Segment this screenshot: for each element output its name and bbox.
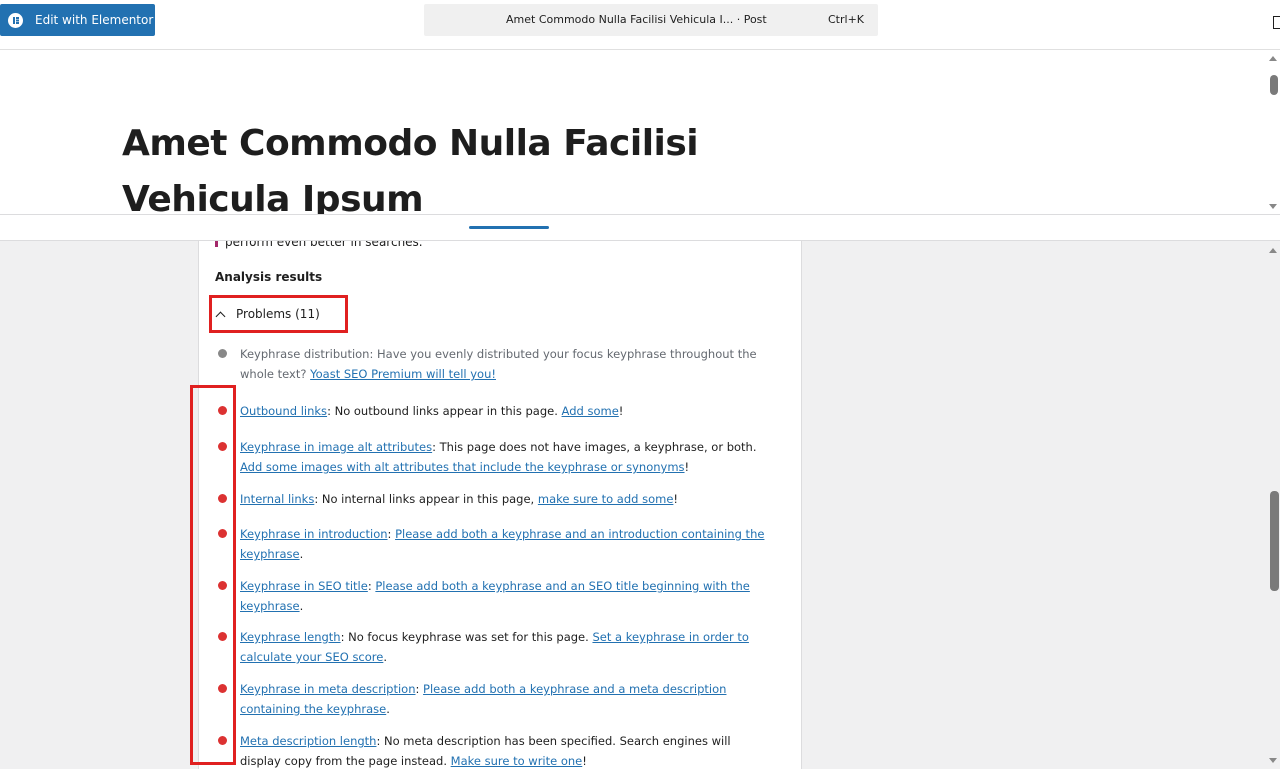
assessment-link[interactable]: Keyphrase in meta description [240, 682, 416, 696]
result-text: Keyphrase length: No focus keyphrase was… [240, 627, 775, 667]
result-description: : No internal links appear in this page, [314, 492, 538, 506]
metabox-resize-handle[interactable] [469, 226, 549, 229]
result-text: Outbound links: No outbound links appear… [240, 401, 775, 421]
result-description: : No focus keyphrase was set for this pa… [340, 630, 593, 644]
editor-toolbar: Edit with Elementor Amet Commodo Nulla F… [0, 0, 1280, 50]
metabox-scrollbar-thumb[interactable] [1270, 491, 1279, 591]
post-title[interactable]: Amet Commodo Nulla Facilisi Vehicula Ips… [122, 116, 822, 214]
result-punctuation: ! [618, 404, 624, 418]
result-text: Keyphrase in image alt attributes: This … [240, 437, 775, 477]
editor-scrollbar-thumb[interactable] [1270, 75, 1278, 95]
result-item: Outbound links: No outbound links appear… [215, 401, 775, 421]
edit-with-elementor-label: Edit with Elementor [35, 13, 154, 27]
result-punctuation: . [299, 599, 304, 613]
metabox-resize-area [0, 215, 1280, 241]
assessment-link[interactable]: Outbound links [240, 404, 327, 418]
result-text: Keyphrase distribution: Have you evenly … [240, 344, 775, 384]
result-description: : No outbound links appear in this page. [327, 404, 562, 418]
result-text: Keyphrase in introduction: Please add bo… [240, 524, 775, 564]
result-item: Keyphrase in introduction: Please add bo… [215, 524, 775, 564]
result-item: Keyphrase in image alt attributes: This … [215, 437, 775, 477]
result-text: Internal links: No internal links appear… [240, 489, 775, 509]
red-dots-highlight-box [190, 385, 236, 765]
result-item: Keyphrase in meta description: Please ad… [215, 679, 775, 719]
cut-off-text: perform even better in searches. [225, 241, 423, 249]
result-item: Keyphrase length: No focus keyphrase was… [215, 627, 775, 667]
result-action-link[interactable]: Yoast SEO Premium will tell you! [310, 367, 496, 381]
result-item: Keyphrase distribution: Have you evenly … [215, 344, 775, 384]
result-action-link[interactable]: Add some [562, 404, 619, 418]
command-shortcut: Ctrl+K [828, 13, 865, 26]
result-description: : [415, 682, 424, 696]
assessment-link[interactable]: Keyphrase length [240, 630, 341, 644]
result-punctuation: ! [582, 754, 587, 768]
result-action-link[interactable]: make sure to add some [538, 492, 674, 506]
result-punctuation: . [383, 650, 388, 664]
result-item: Meta description length: No meta descrip… [215, 731, 775, 769]
edit-with-elementor-button[interactable]: Edit with Elementor [0, 4, 155, 36]
scroll-down-arrow-icon[interactable] [1269, 204, 1277, 209]
assessment-link[interactable]: Keyphrase in image alt attributes [240, 440, 432, 454]
result-description: : [387, 527, 396, 541]
result-punctuation: ! [684, 460, 690, 474]
document-title: Amet Commodo Nulla Facilisi Vehicula I..… [506, 13, 767, 26]
elementor-icon [8, 12, 23, 28]
result-punctuation: . [299, 547, 304, 561]
scroll-up-arrow-icon[interactable] [1269, 248, 1277, 253]
result-text: Meta description length: No meta descrip… [240, 731, 775, 769]
assessment-link[interactable]: Keyphrase in introduction [240, 527, 388, 541]
result-action-link[interactable]: Add some images with alt attributes that… [240, 460, 685, 474]
assessment-link[interactable]: Meta description length [240, 734, 376, 748]
assessment-link[interactable]: Keyphrase in SEO title [240, 579, 368, 593]
result-text: Keyphrase in meta description: Please ad… [240, 679, 775, 719]
settings-panel-icon[interactable] [1273, 16, 1280, 29]
result-punctuation: ! [673, 492, 679, 506]
premium-bullet-icon [218, 349, 227, 358]
problems-highlight-box [209, 295, 348, 333]
command-palette-bar[interactable]: Amet Commodo Nulla Facilisi Vehicula I..… [424, 4, 878, 36]
result-description: : This page does not have images, a keyp… [432, 440, 757, 454]
editor-canvas: Amet Commodo Nulla Facilisi Vehicula Ips… [0, 50, 1280, 215]
scroll-down-arrow-icon[interactable] [1269, 758, 1277, 763]
result-action-link[interactable]: Make sure to write one [451, 754, 583, 768]
analysis-results-heading: Analysis results [215, 270, 323, 284]
assessment-link[interactable]: Internal links [240, 492, 314, 506]
result-item: Keyphrase in SEO title: Please add both … [215, 576, 775, 616]
scroll-up-arrow-icon[interactable] [1269, 56, 1277, 61]
result-item: Internal links: No internal links appear… [215, 489, 775, 509]
indicator-bar [215, 241, 218, 247]
result-punctuation: . [386, 702, 390, 716]
result-text: Keyphrase in SEO title: Please add both … [240, 576, 775, 616]
